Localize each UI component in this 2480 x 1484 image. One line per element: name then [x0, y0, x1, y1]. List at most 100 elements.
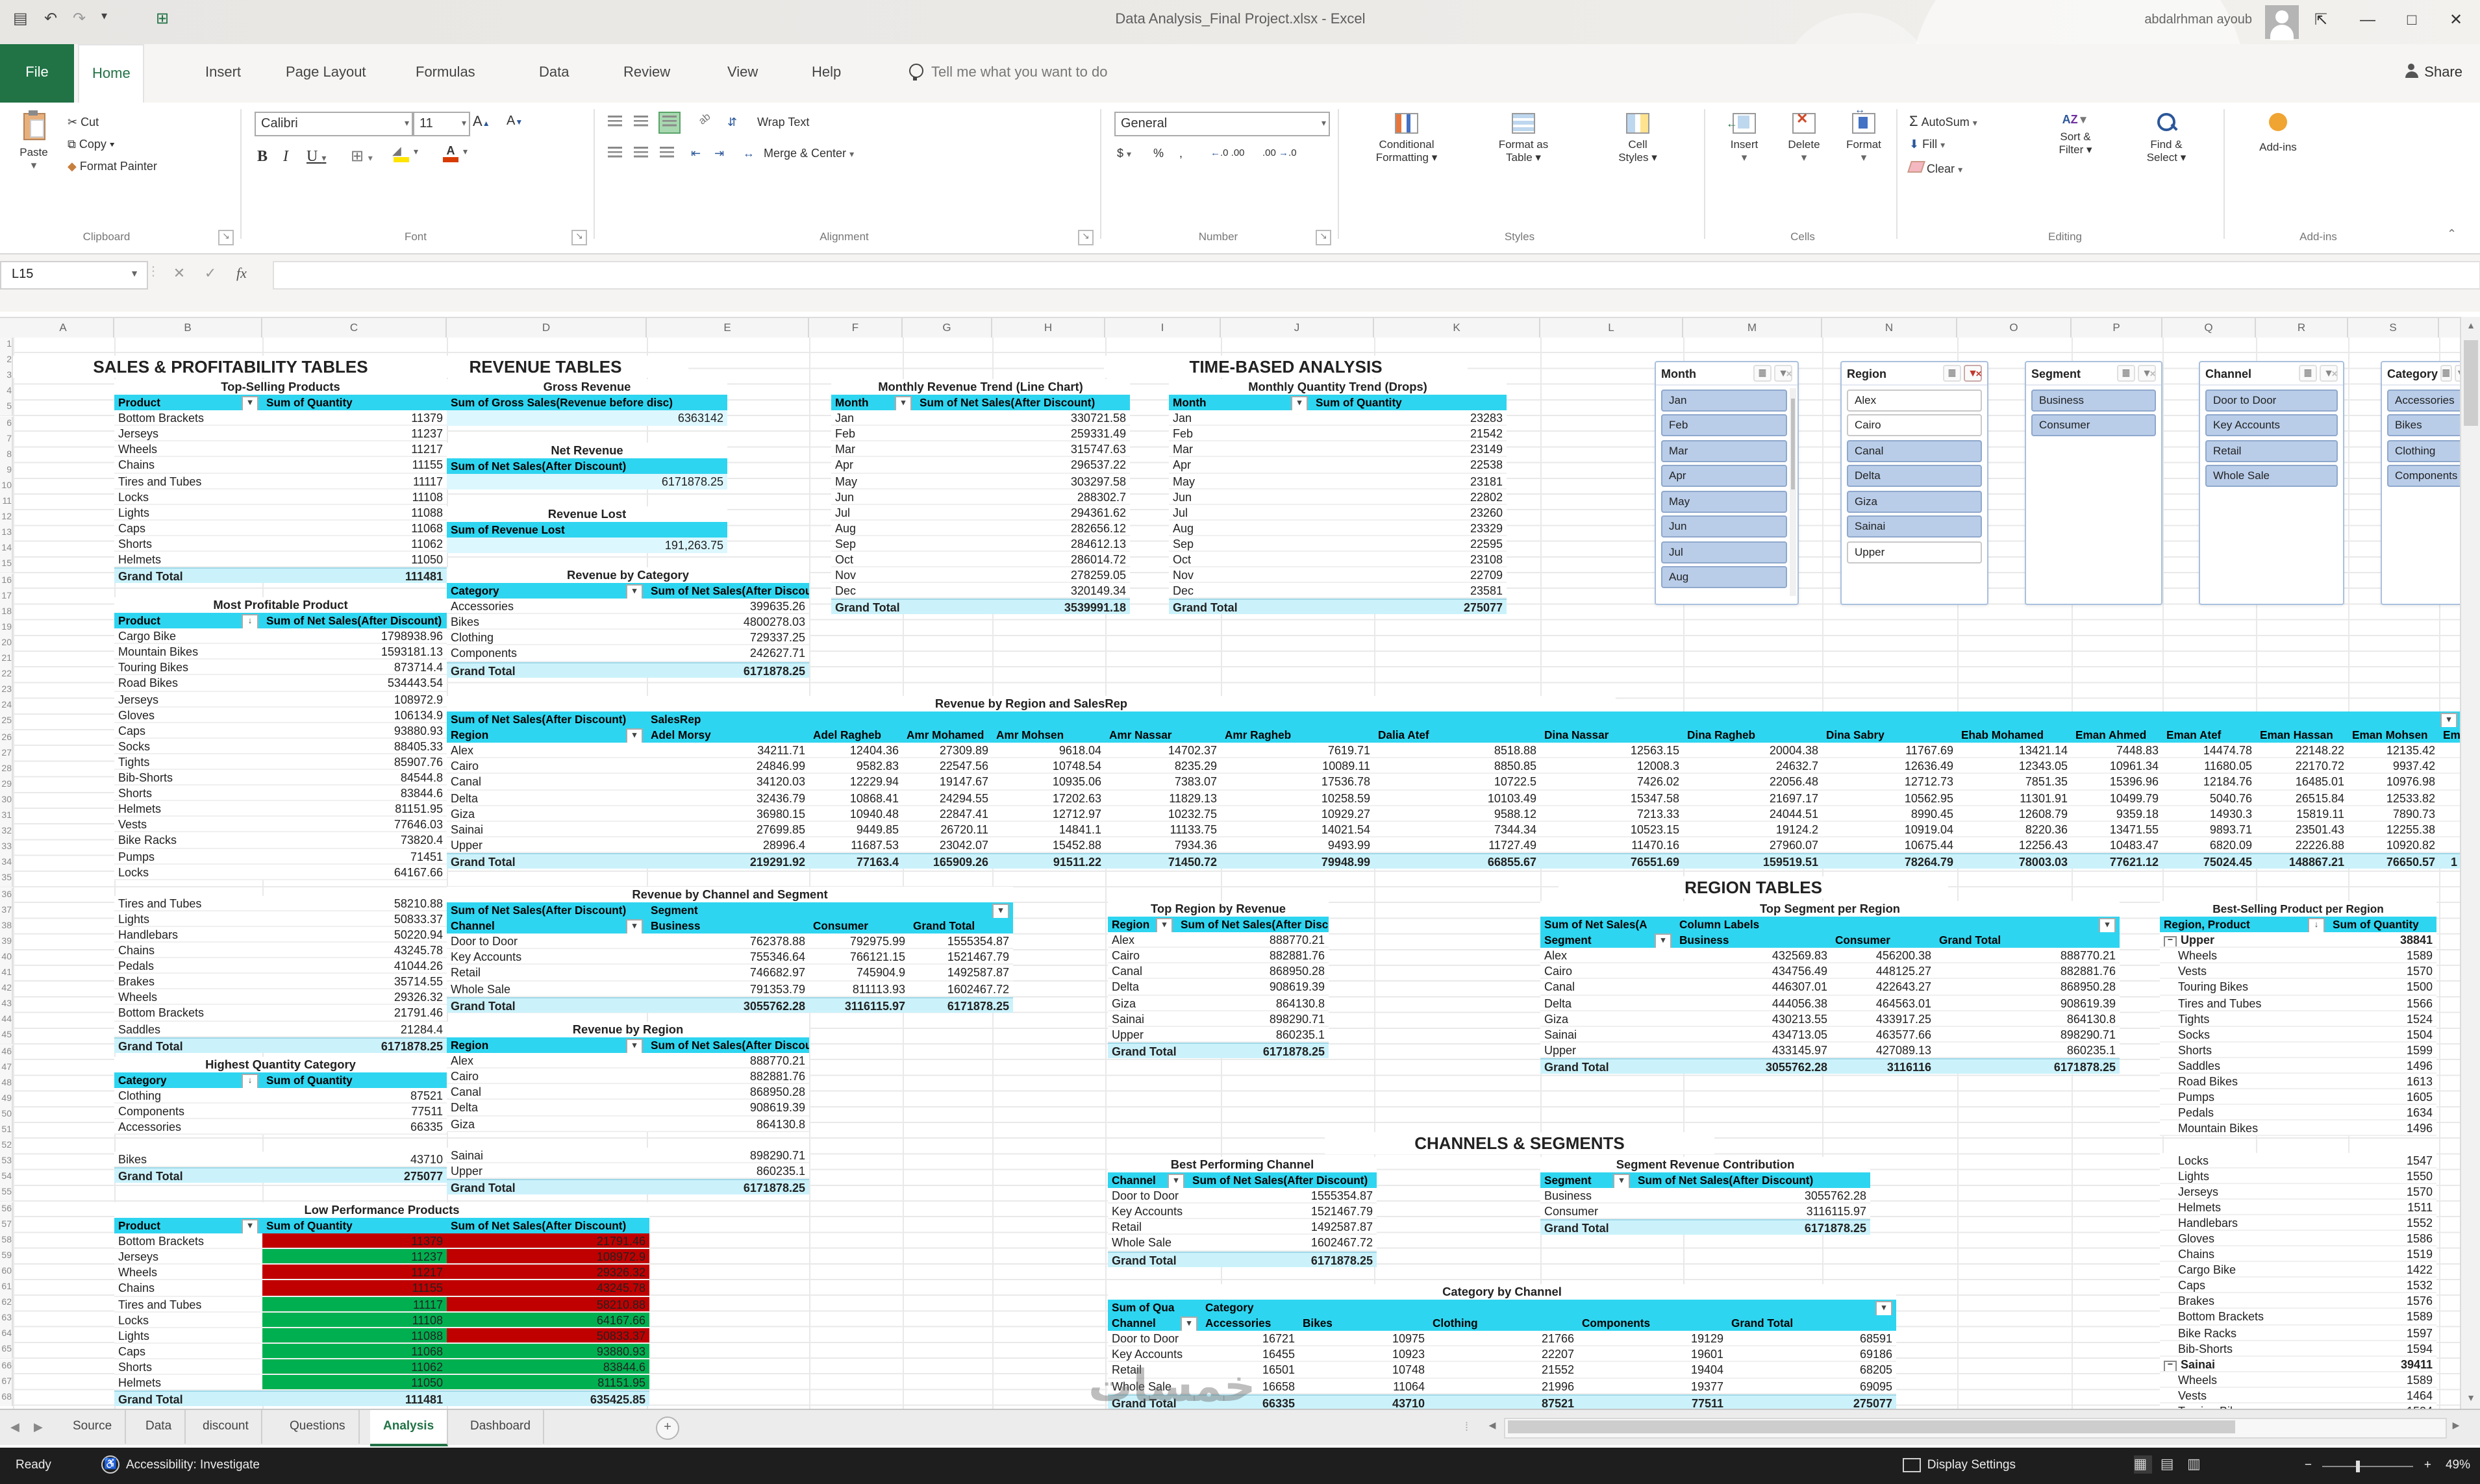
row-header[interactable]: 34	[0, 856, 13, 872]
collapse-icon[interactable]: −	[2164, 1360, 2177, 1371]
vertical-scroll-thumb[interactable]	[2464, 340, 2478, 426]
row-header[interactable]: 35	[0, 871, 13, 887]
decrease-indent-icon[interactable]: ⇤	[691, 147, 701, 161]
sort-icon[interactable]: ↓	[242, 614, 258, 629]
row-header[interactable]: 49	[0, 1091, 13, 1107]
row-header[interactable]: 8	[0, 447, 13, 464]
align-bottom-icon[interactable]	[658, 112, 681, 134]
row-header[interactable]: 7	[0, 432, 13, 448]
tab-view[interactable]: View	[714, 44, 771, 103]
find-select-button[interactable]: Find & Select ▾	[2125, 113, 2208, 164]
page-break-view-icon[interactable]: ▥	[2187, 1456, 2205, 1474]
scroll-up-icon[interactable]: ▲	[2461, 317, 2480, 336]
collapse-ribbon-icon[interactable]: ⌃	[2447, 227, 2457, 241]
slicer-item[interactable]: Door to Door	[2205, 389, 2338, 411]
row-header[interactable]: 58	[0, 1233, 13, 1249]
row-header[interactable]: 68	[0, 1390, 13, 1406]
column-header[interactable]: F	[809, 318, 903, 338]
wrap-text-button[interactable]: Wrap Text	[757, 116, 809, 129]
slicer-region[interactable]: Region ≣ ▼ ✕ Alex Cairo Canal Delta Giza Sainai Up…	[1840, 361, 1988, 605]
row-header[interactable]: 32	[0, 824, 13, 841]
decrease-decimal-icon[interactable]: .00 →.0	[1262, 147, 1297, 158]
sheet-tab-analysis[interactable]: Analysis	[370, 1410, 449, 1446]
row-header[interactable]: 29	[0, 777, 13, 793]
tab-insert[interactable]: Insert	[192, 44, 254, 103]
minimize-button[interactable]: —	[2348, 0, 2387, 39]
row-header[interactable]: 22	[0, 667, 13, 684]
dropdown-icon[interactable]: ▾	[1655, 934, 1672, 948]
slicer-item[interactable]: Sainai	[1847, 515, 1982, 538]
row-header[interactable]: 31	[0, 809, 13, 825]
slicer-item[interactable]: Components	[2387, 465, 2461, 487]
column-header[interactable]: B	[114, 318, 262, 338]
row-header[interactable]: 25	[0, 714, 13, 730]
column-header[interactable]: M	[1683, 318, 1822, 338]
row-header[interactable]: 24	[0, 699, 13, 715]
row-header[interactable]: 27	[0, 746, 13, 762]
row-header[interactable]: 11	[0, 495, 13, 511]
tab-help[interactable]: Help	[799, 44, 854, 103]
row-header[interactable]: 28	[0, 761, 13, 778]
fill-color-icon[interactable]: ◢ ▾	[392, 144, 418, 162]
slicer-item[interactable]: Whole Sale	[2205, 465, 2338, 487]
slicer-channel[interactable]: Channel ≣ ▼ ✕ Door to Door Key Accounts Retail…	[2199, 361, 2344, 605]
hscroll-left-icon[interactable]: ◀	[1483, 1418, 1501, 1436]
addins-button[interactable]: Add-ins	[2242, 113, 2314, 153]
column-header[interactable]: P	[2072, 318, 2162, 338]
row-header[interactable]: 1	[0, 338, 13, 354]
clear-filter-icon[interactable]: ▼✕	[2138, 365, 2156, 382]
align-center-icon[interactable]	[634, 147, 648, 161]
dropdown-icon[interactable]: ▾	[2099, 918, 2116, 933]
page-layout-view-icon[interactable]: ▤	[2161, 1456, 2179, 1474]
borders-icon[interactable]: ⊞ ▾	[351, 147, 373, 165]
zoom-slider-thumb[interactable]	[2356, 1460, 2360, 1472]
slicer-item[interactable]: Bikes	[2387, 414, 2461, 436]
slicer-scrollbar[interactable]	[1790, 388, 1796, 596]
row-header[interactable]: 55	[0, 1185, 13, 1202]
multi-select-icon[interactable]: ≣	[2440, 365, 2452, 382]
sheet-nav-left-icon[interactable]: ◀	[10, 1410, 19, 1445]
row-header[interactable]: 20	[0, 636, 13, 652]
row-header[interactable]: 41	[0, 966, 13, 982]
dropdown-icon[interactable]: ▾	[626, 1039, 643, 1054]
number-format-combo[interactable]: General ▾	[1114, 112, 1330, 136]
dropdown-icon[interactable]: ▾	[1291, 396, 1308, 411]
zoom-slider[interactable]	[2322, 1460, 2413, 1472]
font-name-combo[interactable]: Calibri ▾	[255, 112, 413, 136]
horizontal-scrollbar[interactable]	[1504, 1418, 2447, 1439]
row-header[interactable]: 56	[0, 1202, 13, 1218]
tab-file[interactable]: File	[0, 44, 74, 103]
row-header[interactable]: 3	[0, 369, 13, 385]
slicer-segment[interactable]: Segment ≣ ▼ ✕ Business Consumer	[2025, 361, 2162, 605]
sort-filter-button[interactable]: AZ▼ Sort & Filter ▾	[2036, 113, 2114, 156]
row-header[interactable]: 54	[0, 1170, 13, 1186]
name-box[interactable]: L15 ▼	[0, 261, 148, 290]
dropdown-icon[interactable]: ▾	[992, 904, 1009, 919]
underline-button[interactable]: U ▾	[307, 147, 326, 166]
sheet-nav-right-icon[interactable]: ▶	[34, 1410, 43, 1445]
dropdown-icon[interactable]: ▾	[2440, 713, 2457, 728]
avatar[interactable]	[2265, 5, 2299, 40]
merge-center-button[interactable]: Merge & Center ▾	[764, 147, 854, 160]
accounting-format-icon[interactable]: $ ▾	[1117, 147, 1131, 160]
clipboard-dialog-launcher[interactable]: ↘	[218, 230, 234, 245]
clear-filter-icon[interactable]: ▼✕	[2320, 365, 2338, 382]
row-header[interactable]: 38	[0, 919, 13, 935]
insert-function-icon[interactable]: fx	[229, 261, 255, 287]
row-header[interactable]: 52	[0, 1139, 13, 1155]
row-header[interactable]: 65	[0, 1342, 13, 1359]
scroll-down-icon[interactable]: ▼	[2461, 1389, 2480, 1409]
column-header[interactable]: D	[447, 318, 647, 338]
tab-home[interactable]: Home	[78, 44, 145, 104]
formula-input[interactable]	[273, 261, 2480, 290]
percent-style-icon[interactable]: %	[1153, 147, 1164, 160]
sheet-tab-source[interactable]: Source	[60, 1410, 127, 1444]
sheet-tab-questions[interactable]: Questions	[277, 1410, 360, 1444]
zoom-in-icon[interactable]: +	[2424, 1448, 2431, 1484]
multi-select-icon[interactable]: ≣	[2299, 365, 2317, 382]
column-header[interactable]: S	[2348, 318, 2439, 338]
multi-select-icon[interactable]: ≣	[1753, 365, 1772, 382]
slicer-category[interactable]: Category≣▼✕ Accessories Bikes Clothing Compo…	[2381, 361, 2461, 605]
merge-icon[interactable]: ↔	[743, 147, 755, 160]
zoom-level[interactable]: 49%	[2446, 1448, 2470, 1484]
